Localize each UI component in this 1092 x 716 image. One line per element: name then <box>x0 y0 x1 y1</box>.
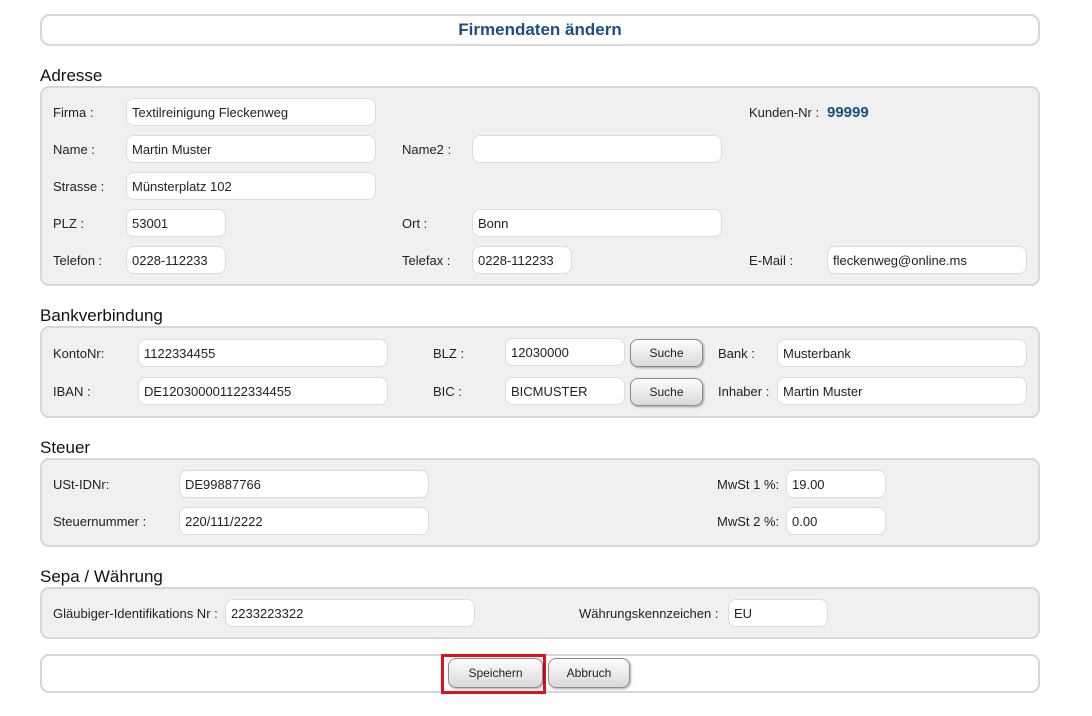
firma-label: Firma : <box>53 105 94 120</box>
firma-input[interactable] <box>126 98 376 126</box>
strasse-input[interactable] <box>126 172 376 200</box>
blz-label: BLZ : <box>433 346 465 361</box>
waehrung-input[interactable] <box>728 599 828 627</box>
kunden-nr-label: Kunden-Nr : <box>749 105 820 120</box>
cancel-button[interactable]: Abbruch <box>548 658 630 688</box>
steuernr-input[interactable] <box>179 507 429 535</box>
telefax-input[interactable] <box>472 246 572 274</box>
save-button[interactable]: Speichern <box>448 658 543 688</box>
mwst2-input[interactable] <box>786 507 886 535</box>
ustid-label: USt-IDNr: <box>53 477 110 492</box>
section-heading-steuer: Steuer <box>40 438 91 457</box>
bank-label: Bank : <box>718 346 755 361</box>
mwst2-label: MwSt 2 %: <box>717 514 780 529</box>
glaeubiger-input[interactable] <box>225 599 475 627</box>
bic-input[interactable] <box>505 377 625 405</box>
telefax-label: Telefax : <box>402 253 451 268</box>
page-title: Firmendaten ändern <box>40 14 1040 46</box>
blz-search-button[interactable]: Suche <box>630 339 703 367</box>
bic-label: BIC : <box>433 384 462 399</box>
section-heading-sepa: Sepa / Währung <box>40 567 163 586</box>
ort-input[interactable] <box>472 209 722 237</box>
mwst1-label: MwSt 1 %: <box>717 477 780 492</box>
email-label: E-Mail : <box>749 253 794 268</box>
email-input[interactable] <box>827 246 1027 274</box>
steuernr-label: Steuernummer : <box>53 514 147 529</box>
section-heading-bankverbindung: Bankverbindung <box>40 306 163 325</box>
ustid-input[interactable] <box>179 470 429 498</box>
inhaber-input[interactable] <box>777 377 1027 405</box>
name-input[interactable] <box>126 135 376 163</box>
strasse-label: Strasse : <box>53 179 105 194</box>
telefon-input[interactable] <box>126 246 226 274</box>
konto-input[interactable] <box>138 339 388 367</box>
bank-input[interactable] <box>777 339 1027 367</box>
glaeubiger-label: Gläubiger-Identifikations Nr : <box>53 606 218 621</box>
plz-input[interactable] <box>126 209 226 237</box>
inhaber-label: Inhaber : <box>718 384 770 399</box>
konto-label: KontoNr: <box>53 346 105 361</box>
kunden-nr-value: 99999 <box>827 104 869 121</box>
name-label: Name : <box>53 142 95 157</box>
waehrung-label: Währungskennzeichen : <box>579 606 719 621</box>
section-heading-adresse: Adresse <box>40 66 103 85</box>
ort-label: Ort : <box>402 216 428 231</box>
bic-search-button[interactable]: Suche <box>630 378 703 406</box>
name2-input[interactable] <box>472 135 722 163</box>
mwst1-input[interactable] <box>786 470 886 498</box>
name2-label: Name2 : <box>402 142 452 157</box>
telefon-label: Telefon : <box>53 253 103 268</box>
iban-label: IBAN : <box>53 384 91 399</box>
blz-input[interactable] <box>505 338 625 366</box>
iban-input[interactable] <box>138 377 388 405</box>
plz-label: PLZ : <box>53 216 85 231</box>
